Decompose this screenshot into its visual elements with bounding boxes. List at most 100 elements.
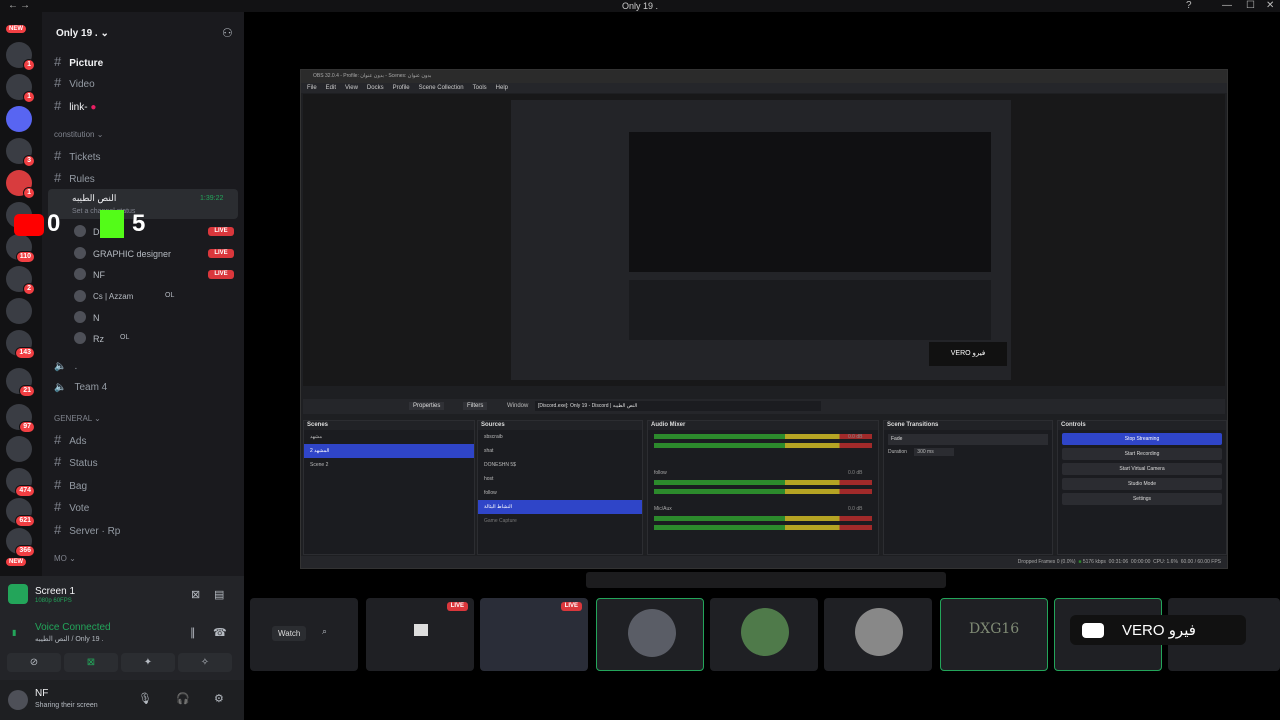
watch-tile[interactable]: Watch ⌕	[250, 598, 358, 671]
source-item[interactable]: host	[478, 472, 642, 486]
obs-menu: File Edit View Docks Profile Scene Collection…	[301, 83, 1227, 93]
kick-logo-icon	[100, 210, 124, 238]
start-recording-button[interactable]: Start Recording	[1062, 448, 1222, 460]
megaphone-icon[interactable]: 1	[6, 170, 35, 199]
channel-tickets[interactable]: # Tickets	[54, 148, 101, 163]
channel-server-rp[interactable]: # Server · Rp	[54, 522, 120, 537]
studio-mode-button[interactable]: Studio Mode	[1062, 478, 1222, 490]
user-tile[interactable]: DXG16	[940, 598, 1048, 671]
avatar[interactable]	[8, 690, 28, 710]
disconnect-icon[interactable]: ☎	[213, 626, 227, 639]
category-constitution[interactable]: constitution ⌄	[54, 130, 103, 139]
window-select[interactable]: [Discord.exe]: Only 19 - Discord | النص …	[535, 401, 821, 411]
voice-channel-team4[interactable]: 🔈 Team 4	[54, 382, 107, 393]
watch-button[interactable]: Watch	[272, 626, 307, 641]
stream-settings-icon[interactable]: ▤	[214, 588, 224, 601]
user-settings-icon[interactable]: ⚙	[214, 692, 224, 705]
user-tile[interactable]	[824, 598, 932, 671]
server-icon[interactable]: 1	[6, 42, 35, 71]
channel-link[interactable]: # link- ●	[54, 98, 96, 113]
volume-meter	[654, 516, 872, 521]
camera-off-button[interactable]: ⊘	[7, 653, 61, 672]
captured-taskbar	[586, 572, 946, 588]
noise-suppression-icon[interactable]: ∥	[190, 626, 196, 639]
scenes-dock: Scenes مشهد المشهد 2 Scene 2	[303, 420, 475, 555]
source-item[interactable]: shat	[478, 444, 642, 458]
transitions-dock: Scene Transitions Fade Duration 300 ms	[883, 420, 1053, 555]
server-icon[interactable]: 366	[6, 528, 35, 557]
server-icon[interactable]: 474	[6, 468, 35, 497]
close-icon[interactable]: ✕	[1266, 0, 1274, 12]
help-icon[interactable]: ?	[1186, 0, 1192, 12]
stream-tile[interactable]: LIVE	[366, 598, 474, 671]
volume-slider[interactable]	[654, 525, 872, 530]
youtube-icon	[14, 214, 44, 236]
voice-status[interactable]: Voice Connected	[35, 622, 111, 633]
avatar	[855, 608, 903, 656]
volume-slider[interactable]	[654, 443, 872, 448]
screen-icon	[414, 624, 428, 636]
source-item[interactable]: follow	[478, 486, 642, 500]
channel-ads[interactable]: # Ads	[54, 432, 86, 447]
screen-share-button[interactable]: ⊠	[64, 653, 118, 672]
audio-mixer-dock: Audio Mixer 0.0 dB follow 0.0 dB Mic/Aux 0…	[647, 420, 879, 555]
server-icon[interactable]	[6, 298, 32, 324]
nested-obs-docks	[629, 280, 991, 340]
microphone-icon[interactable]: 🎙	[138, 692, 152, 705]
server-icon[interactable]: 143	[6, 330, 35, 359]
channel-rules[interactable]: # Rules	[54, 170, 95, 185]
server-icon[interactable]: 621	[6, 498, 35, 527]
activities-button[interactable]: ✦	[121, 653, 175, 672]
signal-icon[interactable]: ▮	[12, 628, 16, 637]
back-icon[interactable]: ←	[8, 0, 18, 12]
virtual-camera-button[interactable]: Start Virtual Camera	[1062, 463, 1222, 475]
scene-item[interactable]: Scene 2	[304, 458, 474, 472]
minimize-icon[interactable]: —	[1222, 0, 1232, 12]
server-icon[interactable]: 21	[6, 368, 35, 397]
user-tile[interactable]	[710, 598, 818, 671]
server-icon[interactable]: 2	[6, 266, 35, 295]
obs-title: OBS 32.0.4 - Profile: بدون عنوان - Scene…	[301, 70, 1227, 83]
stop-streaming-button[interactable]: Stop Streaming	[1062, 433, 1222, 445]
channel-status[interactable]: # Status	[54, 454, 98, 469]
channel-vote[interactable]: # Vote	[54, 499, 89, 514]
scene-item[interactable]: مشهد	[304, 430, 474, 444]
server-icon[interactable]: 3	[6, 138, 35, 167]
channel-bag[interactable]: # Bag	[54, 477, 87, 492]
add-member-icon[interactable]: ⚇	[222, 26, 233, 40]
soundboard-button[interactable]: ✧	[178, 653, 232, 672]
source-item[interactable]: Game Capture	[478, 514, 642, 528]
forward-icon[interactable]: →	[20, 0, 30, 12]
category-general[interactable]: GENERAL ⌄	[54, 414, 101, 423]
controls-dock: Controls Stop Streaming Start Recording …	[1057, 420, 1227, 555]
duration-input[interactable]: 300 ms	[914, 448, 954, 456]
user-tile[interactable]	[596, 598, 704, 671]
filters-button[interactable]: Filters	[463, 402, 488, 410]
category-mo[interactable]: MO ⌄	[54, 554, 76, 563]
guild-name[interactable]: Only 19 . ⌄	[56, 28, 109, 39]
properties-button[interactable]: Properties	[409, 402, 445, 410]
title-bar: Only 19 . ← → ? — ☐ ✕	[0, 0, 1280, 12]
youtube-icon	[1082, 623, 1104, 638]
voice-channel-dot[interactable]: 🔈.	[54, 361, 77, 372]
volume-slider[interactable]	[654, 489, 872, 494]
stream-tile[interactable]: LIVE	[480, 598, 588, 671]
source-item[interactable]: النشاط البثالة	[478, 500, 642, 514]
transition-select[interactable]: Fade	[888, 434, 1048, 445]
source-item[interactable]: sbscraib	[478, 430, 642, 444]
source-item[interactable]: DONESHN 5$	[478, 458, 642, 472]
stop-stream-icon[interactable]: ⊠	[191, 588, 200, 601]
server-icon[interactable]	[6, 436, 32, 462]
scene-item[interactable]: المشهد 2	[304, 444, 474, 458]
server-icon[interactable]: 97	[6, 404, 35, 433]
mixer-track: Mic/Aux 0.0 dB	[648, 506, 878, 542]
discord-dm-icon[interactable]	[6, 106, 32, 132]
maximize-icon[interactable]: ☐	[1246, 0, 1255, 12]
settings-button[interactable]: Settings	[1062, 493, 1222, 505]
server-icon[interactable]: 110	[6, 234, 35, 263]
headset-icon[interactable]: 🎧	[176, 692, 190, 705]
channel-video[interactable]: # Video	[54, 75, 95, 90]
zoom-icon[interactable]: ⌕	[322, 626, 327, 637]
channel-picture[interactable]: # Picture	[54, 54, 103, 69]
server-icon[interactable]: 1	[6, 74, 35, 103]
